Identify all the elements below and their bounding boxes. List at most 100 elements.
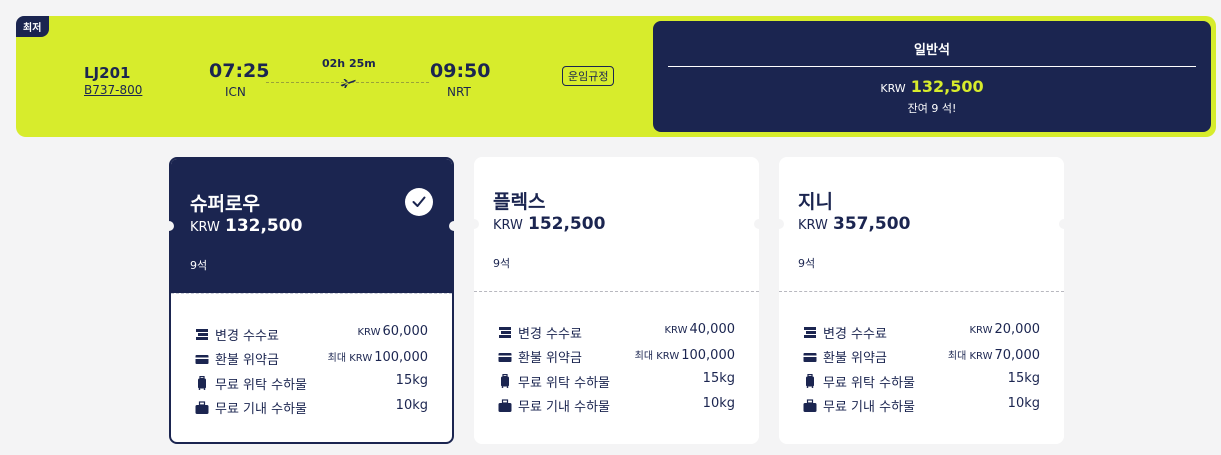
ticket-notch — [1059, 219, 1069, 229]
fare-card-flex[interactable]: 플렉스 KRW 152,500 9석 변경 수수료 KRW 40,000 환불 위… — [469, 157, 764, 444]
fare-currency: KRW — [190, 220, 220, 235]
row-label: 무료 기내 수하물 — [518, 400, 610, 416]
flight-summary-bar[interactable]: 최저 LJ201 B737-800 07:25 ICN 02h 25m 09:5… — [16, 16, 1216, 137]
change-fee-icon — [804, 327, 816, 339]
class-price-amount: 132,500 — [910, 77, 984, 96]
fare-rules-button[interactable]: 운임규정 — [562, 66, 615, 86]
row-value: KRW 20,000 — [969, 322, 1041, 337]
fare-amount: 357,500 — [832, 214, 911, 234]
row-label: 환불 위약금 — [215, 353, 279, 369]
fare-seats: 9석 — [798, 257, 816, 270]
fare-conditions: 변경 수수료 KRW 20,000 환불 위약금 최대 KRW 70,000 무료 … — [803, 320, 1040, 418]
carry-on-bag-icon — [498, 399, 512, 412]
row-label: 변경 수수료 — [215, 328, 279, 344]
fare-seats: 9석 — [493, 257, 511, 270]
lowest-price-badge: 최저 — [16, 16, 50, 37]
carry-on-baggage-row: 무료 기내 수하물 10kg — [498, 394, 735, 419]
ticket-notch — [469, 219, 479, 229]
ticket-notch — [449, 221, 459, 231]
row-value: 15kg — [1007, 371, 1040, 386]
aircraft-type-link[interactable]: B737-800 — [84, 83, 142, 97]
class-price: KRW 132,500 — [653, 77, 1211, 96]
fare-price: KRW 152,500 — [493, 214, 605, 234]
change-fee-icon — [196, 329, 208, 341]
carry-on-baggage-row: 무료 기내 수하물 10kg — [803, 394, 1040, 419]
ticket-notch — [774, 219, 784, 229]
change-fee-row: 변경 수수료 KRW 20,000 — [803, 320, 1040, 345]
fare-conditions: 변경 수수료 KRW 40,000 환불 위약금 최대 KRW 100,000 무료… — [498, 320, 735, 418]
ticket-notch — [754, 219, 764, 229]
carry-on-bag-icon — [195, 401, 209, 414]
row-value: KRW 40,000 — [664, 322, 736, 337]
fare-card-header: 슈퍼로우 KRW 132,500 9석 — [171, 159, 452, 293]
fare-name: 지니 — [798, 191, 833, 213]
airplane-icon — [340, 79, 356, 88]
fare-card-superlow[interactable]: 슈퍼로우 KRW 132,500 9석 변경 수수료 KRW 60,000 환불 … — [164, 157, 459, 444]
row-label: 무료 위탁 수하물 — [215, 377, 307, 393]
row-value: 최대 KRW 70,000 — [947, 347, 1040, 363]
row-value: KRW 60,000 — [357, 324, 429, 339]
row-label: 변경 수수료 — [823, 326, 887, 342]
row-label: 무료 기내 수하물 — [215, 402, 307, 418]
fare-amount: 152,500 — [527, 214, 606, 234]
refund-card-icon — [498, 352, 512, 362]
refund-penalty-row: 환불 위약금 최대 KRW 70,000 — [803, 345, 1040, 370]
refund-penalty-row: 환불 위약금 최대 KRW 100,000 — [195, 347, 428, 372]
checked-baggage-row: 무료 위탁 수하물 15kg — [498, 369, 735, 394]
class-divider — [668, 66, 1196, 67]
selected-check-icon — [405, 188, 433, 216]
change-fee-row: 변경 수수료 KRW 60,000 — [195, 322, 428, 347]
row-value: 15kg — [395, 373, 428, 388]
arrival-time: 09:50 — [430, 60, 491, 82]
class-seats-left: 잔여 9 석! — [907, 102, 957, 115]
carry-on-bag-icon — [803, 399, 817, 412]
checked-baggage-row: 무료 위탁 수하물 15kg — [195, 371, 428, 396]
checked-luggage-icon — [198, 376, 206, 391]
refund-card-icon — [803, 352, 817, 362]
row-label: 환불 위약금 — [518, 351, 582, 367]
row-label: 무료 기내 수하물 — [823, 400, 915, 416]
departure-airport: ICN — [225, 85, 246, 99]
row-value: 10kg — [1007, 395, 1040, 411]
checked-luggage-icon — [501, 374, 509, 389]
fare-conditions: 변경 수수료 KRW 60,000 환불 위약금 최대 KRW 100,000 무료… — [195, 322, 428, 420]
card-divider — [171, 293, 452, 294]
refund-penalty-row: 환불 위약금 최대 KRW 100,000 — [498, 345, 735, 370]
row-label: 무료 위탁 수하물 — [823, 375, 915, 391]
row-label: 변경 수수료 — [518, 326, 582, 342]
refund-card-icon — [195, 354, 209, 364]
fare-card-jini[interactable]: 지니 KRW 357,500 9석 변경 수수료 KRW 20,000 환불 위약… — [774, 157, 1069, 444]
carry-on-baggage-row: 무료 기내 수하물 10kg — [195, 396, 428, 421]
flight-duration: 02h 25m — [322, 57, 376, 70]
flight-number: LJ201 — [84, 64, 131, 82]
class-price-currency: KRW — [880, 82, 906, 95]
fare-currency: KRW — [493, 218, 523, 233]
checked-baggage-row: 무료 위탁 수하물 15kg — [803, 369, 1040, 394]
fare-currency: KRW — [798, 218, 828, 233]
card-divider — [474, 291, 759, 292]
row-value: 최대 KRW 100,000 — [634, 347, 735, 363]
row-label: 무료 위탁 수하물 — [518, 375, 610, 391]
fare-amount: 132,500 — [224, 216, 303, 236]
checked-luggage-icon — [806, 374, 814, 389]
ticket-notch — [164, 221, 174, 231]
class-title: 일반석 — [914, 43, 950, 58]
fare-seats: 9석 — [190, 259, 208, 272]
arrival-airport: NRT — [447, 85, 471, 99]
row-value: 10kg — [702, 395, 735, 411]
row-value: 최대 KRW 100,000 — [327, 349, 428, 365]
economy-class-panel[interactable]: 일반석 KRW 132,500 잔여 9 석! — [653, 21, 1211, 132]
departure-time: 07:25 — [209, 60, 270, 82]
row-value: 15kg — [702, 371, 735, 386]
row-label: 환불 위약금 — [823, 351, 887, 367]
fare-price: KRW 132,500 — [190, 216, 302, 236]
fare-card-header: 지니 KRW 357,500 9석 — [779, 157, 1064, 291]
fare-name: 플렉스 — [493, 191, 546, 213]
change-fee-row: 변경 수수료 KRW 40,000 — [498, 320, 735, 345]
change-fee-icon — [499, 327, 511, 339]
fare-name: 슈퍼로우 — [190, 193, 260, 215]
fare-price: KRW 357,500 — [798, 214, 910, 234]
row-value: 10kg — [395, 397, 428, 413]
fare-card-header: 플렉스 KRW 152,500 9석 — [474, 157, 759, 291]
card-divider — [779, 291, 1064, 292]
